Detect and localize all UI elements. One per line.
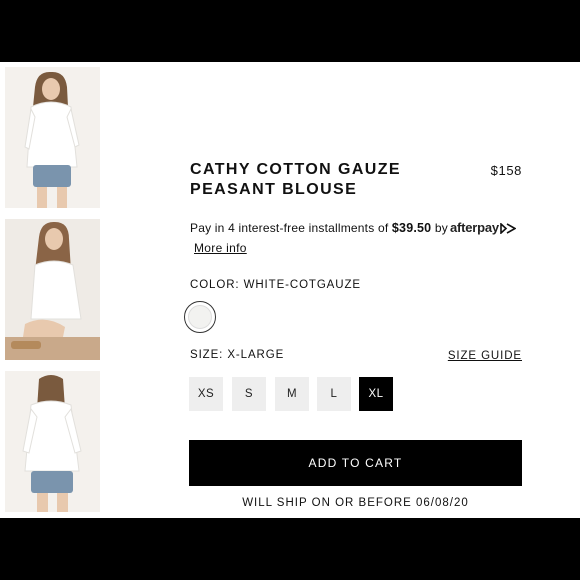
afterpay-logo: afterpay — [449, 220, 499, 235]
size-guide-link[interactable]: SIZE GUIDE — [448, 350, 522, 362]
thumbnail-seated-view[interactable] — [5, 219, 100, 360]
product-title-line-1: CATHY COTTON GAUZE — [190, 161, 401, 178]
size-option-s[interactable]: S — [232, 377, 266, 411]
product-title-line-2: PEASANT BLOUSE — [190, 181, 358, 198]
color-swatch-fill — [188, 305, 212, 329]
size-option-xs[interactable]: XS — [189, 377, 223, 411]
product-price: $158 — [490, 163, 522, 178]
color-swatch-white[interactable] — [184, 301, 216, 333]
more-info-link[interactable]: More info — [194, 241, 247, 255]
afterpay-text-before: Pay in 4 interest-free installments of — [190, 221, 389, 235]
product-page: CATHY COTTON GAUZE PEASANT BLOUSE $158 P… — [0, 62, 580, 518]
color-label: COLOR: WHITE-COTGAUZE — [190, 279, 361, 291]
top-letterbox — [0, 0, 580, 62]
afterpay-amount: $39.50 — [391, 221, 432, 235]
afterpay-message: Pay in 4 interest-free installments of $… — [190, 220, 516, 235]
bottom-letterbox — [0, 518, 580, 580]
thumbnail-front-view[interactable] — [5, 67, 100, 208]
add-to-cart-button[interactable]: ADD TO CART — [189, 440, 522, 486]
afterpay-text-after: by — [434, 221, 448, 235]
afterpay-arrows-icon — [500, 223, 516, 234]
size-label: SIZE: X-LARGE — [190, 349, 285, 361]
size-option-m[interactable]: M — [275, 377, 309, 411]
shipping-note: WILL SHIP ON OR BEFORE 06/08/20 — [242, 497, 469, 509]
product-title: CATHY COTTON GAUZE PEASANT BLOUSE — [190, 160, 450, 200]
thumbnail-back-view[interactable] — [5, 371, 100, 512]
size-option-l[interactable]: L — [317, 377, 351, 411]
size-option-xl[interactable]: XL — [359, 377, 393, 411]
